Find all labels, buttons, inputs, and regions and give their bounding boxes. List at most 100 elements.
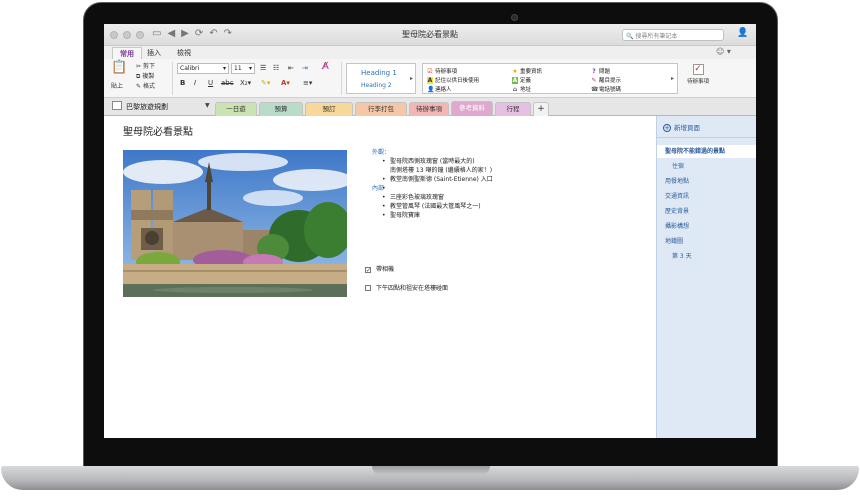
indent-icon[interactable]: ⇥ <box>302 64 308 73</box>
brush-icon: ✎ <box>136 83 143 90</box>
outdent-icon[interactable]: ⇤ <box>288 64 294 73</box>
numbered-list-icon[interactable]: ☷ <box>273 64 279 73</box>
tag-remember[interactable]: A 記住以供日後使用 <box>427 76 479 84</box>
page-canvas[interactable]: 聖母院必看景點 外觀： • 聖母院西側玫瑰窗 (當時最大的) 南側塔樓 13 噸… <box>104 116 656 438</box>
todo-tag-label: 待辦事項 <box>686 79 709 85</box>
underline-icon[interactable]: U <box>208 79 213 88</box>
tag-todo[interactable]: ☑ 待辦事項 <box>427 67 457 75</box>
checkbox-checked-icon[interactable]: ✓ <box>365 267 371 274</box>
clear-format-icon[interactable]: A̸ <box>322 62 329 72</box>
todo-label: 帶相機 <box>376 266 395 273</box>
checkbox-icon[interactable] <box>365 285 371 291</box>
list-item[interactable]: 聖母院寶庫 <box>372 211 493 220</box>
chevron-down-icon[interactable]: ▼ <box>205 102 210 109</box>
page-item-history[interactable]: 歷史背景 <box>657 205 756 218</box>
exterior-heading[interactable]: 外觀： <box>372 148 493 157</box>
tag-question[interactable]: ? 問題 <box>591 67 610 75</box>
add-page-button[interactable]: + 新增頁面 <box>657 116 756 138</box>
page-item-notre-dame[interactable]: 聖母院不能錯過的景點 <box>657 145 756 158</box>
tab-home[interactable]: 常用 <box>112 47 142 59</box>
interior-heading[interactable]: 內部 <box>372 184 493 193</box>
page-item-metro-map[interactable]: 地鐵圖 <box>657 235 756 248</box>
add-section-button[interactable]: + <box>533 102 549 116</box>
tab-view[interactable]: 檢視 <box>170 47 198 59</box>
format-painter-button[interactable]: ✎ 格式 <box>136 83 155 91</box>
search-input[interactable]: 🔍 搜尋所有筆記本 <box>622 29 724 41</box>
share-user-icon[interactable]: 👤 <box>737 28 748 38</box>
tag-phone[interactable]: ☎電話號碼 <box>591 85 621 93</box>
notes-outline[interactable]: 外觀： 聖母院西側玫瑰窗 (當時最大的) 南側塔樓 13 噸的鐘 (繼續格人的家… <box>372 148 493 220</box>
pen-icon: ✎ <box>591 77 597 84</box>
highlight-icon[interactable]: ✎▾ <box>261 79 270 88</box>
page-item-transport[interactable]: 交通資訊 <box>657 190 756 203</box>
section-label: 待辦事項 <box>416 105 442 113</box>
plus-circle-icon: + <box>663 124 671 132</box>
section-tab-packing[interactable]: 行李打包 <box>355 102 407 116</box>
subscript-icon[interactable]: X₂▾ <box>240 79 251 88</box>
contact-icon: 👤 <box>427 86 435 93</box>
chevron-right-icon[interactable]: ▸ <box>671 75 674 82</box>
tag-label: 記住以供日後使用 <box>435 78 480 84</box>
notebook-selector[interactable]: 巴黎旅遊規劃 <box>112 101 168 112</box>
styles-gallery[interactable]: Heading 1 Heading 2 ▸ <box>346 63 416 94</box>
section-label: 行李打包 <box>368 105 394 113</box>
todo-item[interactable]: 下午四點和祖安在塔樓碰面 <box>365 283 448 292</box>
align-icon[interactable]: ≡▾ <box>303 79 312 88</box>
font-color-icon[interactable]: A▾ <box>281 79 290 88</box>
page-item-photography[interactable]: 攝影構想 <box>657 220 756 233</box>
style-heading-2[interactable]: Heading 2 <box>361 82 392 89</box>
list-item[interactable]: 三座彩色玻璃玫瑰窗 <box>372 193 493 202</box>
bold-icon[interactable]: B <box>180 79 185 88</box>
tags-gallery: ☑ 待辦事項 ★ 重要資訊 ? 問題 A 記住以供日後使用 A 定義 ✎ 醒目提示 👤連絡人… <box>422 63 678 94</box>
todo-tag-button[interactable]: ✓ 待辦事項 <box>682 63 714 94</box>
tag-label: 醒目提示 <box>599 78 622 84</box>
cut-button[interactable]: ✂ 剪下 <box>136 63 155 71</box>
todo-item[interactable]: ✓ 帶相機 <box>365 264 395 274</box>
tag-important[interactable]: ★ 重要資訊 <box>512 67 542 75</box>
section-tab-itinerary[interactable]: 行程 <box>495 102 531 116</box>
tag-label: 地址 <box>520 87 532 93</box>
todo-label: 下午四點和祖安在塔樓碰面 <box>376 285 449 292</box>
list-item-continuation[interactable]: 南側塔樓 13 噸的鐘 (繼續格人的家！) <box>372 166 493 175</box>
section-tab-day-trip[interactable]: 一日遊 <box>215 102 257 116</box>
format-label: 格式 <box>142 83 155 90</box>
bullet-list-icon[interactable]: ☰ <box>260 64 266 73</box>
italic-icon[interactable]: I <box>194 79 196 88</box>
checkbox-icon: ✓ <box>692 64 704 75</box>
tag-label: 電話號碼 <box>599 87 622 93</box>
page-item-day-3[interactable]: 第 3 天 <box>657 250 756 263</box>
section-tab-booking[interactable]: 預訂 <box>305 102 353 116</box>
page-item-dining[interactable]: 用餐地點 <box>657 175 756 188</box>
tag-definition[interactable]: A 定義 <box>512 76 531 84</box>
page-item-lodging[interactable]: 住宿 <box>657 160 756 173</box>
section-label: 預算 <box>274 105 288 113</box>
phone-icon: ☎ <box>591 86 599 93</box>
tag-contact[interactable]: 👤連絡人 <box>427 85 452 93</box>
section-label: 行程 <box>506 105 520 113</box>
pages-pane: + 新增頁面 聖母院不能錯過的景點 住宿 用餐地點 交通資訊 歷史背景 攝影構想 … <box>656 116 756 438</box>
list-item[interactable]: 教堂管風琴 (法國最大管風琴之一) <box>372 202 493 211</box>
strikethrough-icon[interactable]: abc <box>221 79 234 88</box>
cut-label: 剪下 <box>142 63 155 70</box>
font-name-select[interactable]: Calibri ▾ <box>177 63 229 74</box>
plus-icon: + <box>537 104 545 114</box>
section-tab-todo[interactable]: 待辦事項 <box>409 102 449 116</box>
tag-address[interactable]: ⌂ 地址 <box>512 85 531 93</box>
page-title[interactable]: 聖母院必看景點 <box>123 123 193 138</box>
copy-button[interactable]: ⧉ 複製 <box>136 73 154 81</box>
exterior-list: 聖母院西側玫瑰窗 (當時最大的) 南側塔樓 13 噸的鐘 (繼續格人的家！) 教… <box>372 157 493 193</box>
list-item[interactable]: 聖母院西側玫瑰窗 (當時最大的) <box>372 157 493 166</box>
section-tab-budget[interactable]: 預算 <box>259 102 303 116</box>
tag-label: 定義 <box>520 78 532 84</box>
chevron-down-icon: ▾ <box>222 65 226 72</box>
style-heading-1[interactable]: Heading 1 <box>361 69 397 77</box>
chevron-right-icon[interactable]: ▸ <box>410 75 413 82</box>
paste-button[interactable]: 貼上 <box>111 83 123 91</box>
tag-highlight[interactable]: ✎ 醒目提示 <box>591 76 621 84</box>
font-size-select[interactable]: 11 ▾ <box>231 63 255 74</box>
feedback-smiley-icon[interactable]: ☺ ▾ <box>716 47 731 56</box>
tab-insert[interactable]: 插入 <box>140 47 168 59</box>
list-item[interactable]: 教堂南側聖斯德 (Saint-Etienne) 入口 <box>372 175 493 184</box>
section-tab-reference[interactable]: 參考資料 <box>451 101 493 116</box>
paste-icon[interactable]: 📋 <box>111 61 127 74</box>
